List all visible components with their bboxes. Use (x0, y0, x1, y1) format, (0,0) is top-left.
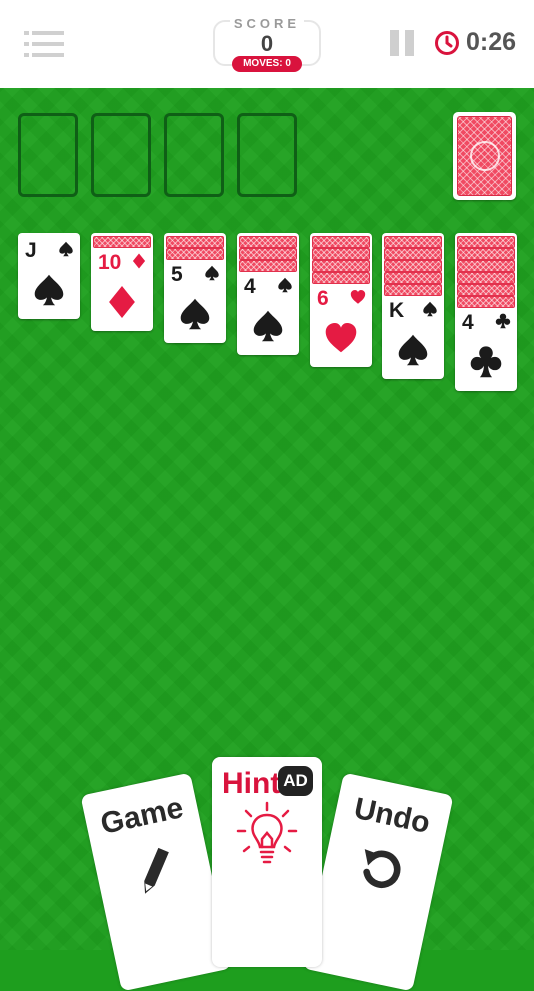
face-down-card (384, 272, 442, 284)
club-icon (495, 313, 511, 329)
face-down-card (457, 296, 515, 308)
card-back-medallion (469, 141, 500, 171)
ad-badge: AD (278, 766, 313, 796)
face-down-card (384, 260, 442, 272)
card-rank: J (25, 239, 37, 262)
tableau-column-4[interactable]: 4 (237, 233, 299, 355)
face-down-card (239, 236, 297, 248)
face-down-card (384, 284, 442, 296)
face-down-card (312, 260, 370, 272)
spade-icon (278, 277, 292, 293)
face-down-card (166, 248, 224, 260)
menu-icon[interactable] (24, 31, 64, 57)
foundation-slot-1[interactable] (18, 113, 78, 197)
club-icon (470, 346, 502, 378)
foundation-slot-2[interactable] (91, 113, 151, 197)
face-down-card (239, 260, 297, 272)
face-down-card (457, 284, 515, 296)
tableau-column-1[interactable]: J (18, 233, 80, 319)
card-rank: 5 (171, 263, 183, 286)
score-value: 0 (260, 31, 274, 56)
face-down-card (312, 248, 370, 260)
card-rank: K (389, 299, 405, 322)
tableau-column-5[interactable]: 6 (310, 233, 372, 367)
spade-icon (180, 298, 210, 330)
tableau-column-7[interactable]: 4 (455, 233, 517, 391)
pause-icon[interactable] (390, 30, 416, 56)
spade-icon (59, 241, 73, 257)
moves-badge: MOVES: 0 (232, 56, 302, 72)
spade-icon (423, 301, 437, 317)
foundation-slot-3[interactable] (164, 113, 224, 197)
face-down-card (166, 236, 224, 248)
hint-label: Hint (222, 767, 281, 800)
game-label: Game (97, 791, 187, 841)
tableau-column-3[interactable]: 5 (164, 233, 226, 343)
face-down-card (384, 248, 442, 260)
stock-pile[interactable] (453, 112, 516, 200)
lightbulb-icon (236, 801, 298, 864)
face-down-card (93, 236, 151, 248)
face-down-card (239, 248, 297, 260)
top-bar: SCORE 0 MOVES: 0 0:26 (0, 0, 534, 88)
moves-label: MOVES: (243, 58, 283, 69)
foundation-slot-4[interactable] (237, 113, 297, 197)
undo-label: Undo (351, 791, 433, 841)
spade-icon (253, 310, 283, 342)
face-down-card (457, 236, 515, 248)
face-down-card (312, 236, 370, 248)
card-rank: 10 (98, 251, 122, 274)
face-down-card (457, 260, 515, 272)
tableau-column-6[interactable]: K (382, 233, 444, 379)
diamond-icon (132, 253, 146, 269)
clock-icon (435, 31, 459, 55)
card-back-pattern (457, 116, 512, 196)
face-down-card (457, 248, 515, 260)
face-down-card (457, 272, 515, 284)
spade-icon (205, 265, 219, 281)
score-label: SCORE (229, 16, 305, 31)
spade-icon (34, 274, 64, 306)
undo-arrow-icon (363, 849, 401, 888)
moves-value: 0 (285, 58, 291, 69)
card-rank: 4 (462, 311, 474, 334)
card-rank: 6 (317, 287, 329, 310)
heart-icon (350, 289, 366, 304)
face-down-card (312, 272, 370, 284)
card-rank: 4 (244, 275, 256, 298)
heart-icon (325, 323, 357, 353)
face-down-card (384, 236, 442, 248)
diamond-icon (109, 286, 135, 318)
timer-text: 0:26 (466, 28, 517, 56)
spade-icon (398, 334, 428, 366)
tableau-column-2[interactable]: 10 (91, 233, 153, 331)
pencil-icon (144, 847, 169, 894)
